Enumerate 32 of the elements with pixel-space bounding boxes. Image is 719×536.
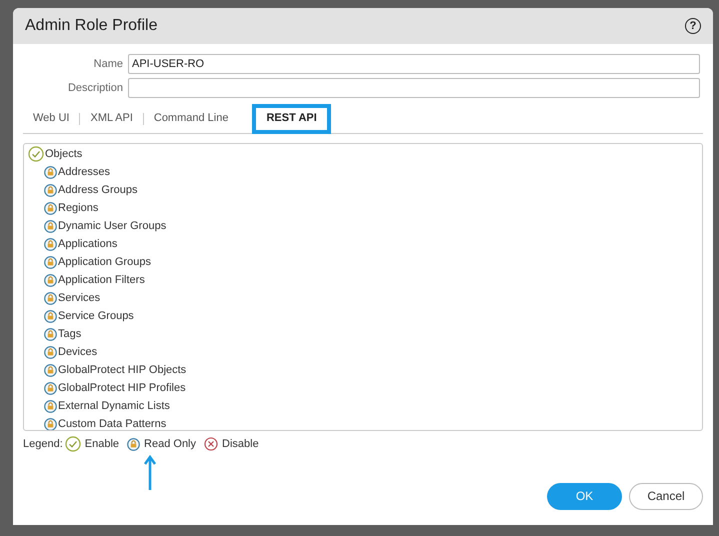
text-field[interactable]: API-USER-RO — [128, 54, 700, 74]
legend-text: Read Only — [144, 437, 196, 452]
tree-item[interactable]: Dynamic User Groups — [58, 218, 166, 234]
tree-item[interactable]: Application Filters — [58, 272, 145, 288]
tree-item[interactable]: Devices — [58, 344, 98, 360]
tab[interactable]: XML API — [80, 110, 143, 127]
tree-item[interactable]: Address Groups — [58, 182, 138, 198]
tab[interactable]: Web UI — [23, 110, 80, 127]
tree-item[interactable]: GlobalProtect HIP Objects — [58, 362, 186, 378]
tree-item[interactable]: Tags — [58, 326, 82, 342]
tab[interactable]: Command Line — [144, 110, 238, 127]
legend-label: Legend: — [23, 437, 63, 452]
tree-item[interactable]: Application Groups — [58, 254, 151, 270]
tree-item[interactable]: Service Groups — [58, 308, 134, 324]
tree-item[interactable]: Regions — [58, 200, 98, 216]
tree-item[interactable]: Addresses — [58, 164, 110, 180]
text-field[interactable] — [128, 78, 700, 98]
tree-item[interactable]: External Dynamic Lists — [58, 398, 170, 414]
tree-item[interactable]: Custom Data Patterns — [58, 416, 166, 430]
tree-item[interactable]: Objects — [45, 146, 82, 162]
legend-text: Enable — [84, 437, 120, 452]
up-arrow-icon — [144, 454, 156, 490]
tree-item[interactable]: Services — [58, 290, 100, 306]
field-label: Name — [92, 56, 123, 72]
tab[interactable]: REST API — [252, 104, 331, 134]
cancel-button[interactable]: Cancel — [629, 482, 703, 510]
tree-item[interactable]: Applications — [58, 236, 118, 252]
help-button[interactable]: ? — [685, 18, 701, 34]
field-label: Description — [66, 80, 123, 96]
tree-item[interactable]: GlobalProtect HIP Profiles — [58, 380, 186, 396]
legend-text: Disable — [222, 437, 259, 452]
window-title: Admin Role Profile — [25, 16, 158, 36]
